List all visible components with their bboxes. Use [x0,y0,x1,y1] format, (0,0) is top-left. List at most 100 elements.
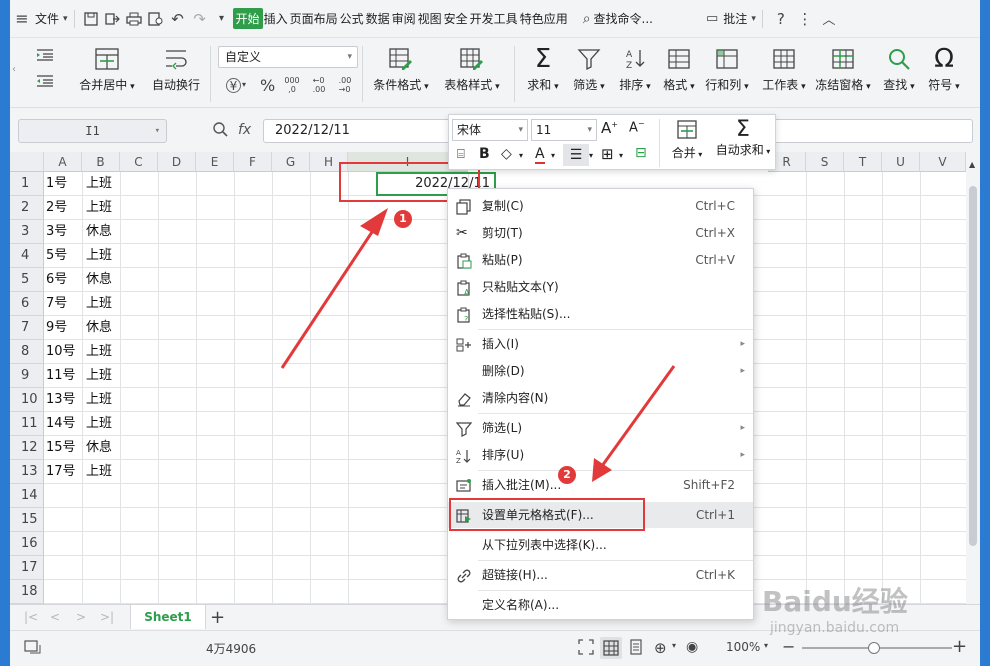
menu-item-filter[interactable]: 筛选(L) ▸ [448,415,753,441]
menu-item-paste-special[interactable]: ? 选择性粘贴(S)... [448,301,753,327]
cell-style-icon[interactable]: ⊟ [635,145,647,161]
find-button[interactable]: 查找 ▾ [878,46,920,93]
column-header-s[interactable]: S [806,152,844,172]
menu-item-cut[interactable]: ✂ 剪切(T) Ctrl+X [448,220,753,246]
menu-file[interactable]: 文件 [34,10,60,27]
column-header-v[interactable]: V [920,152,966,172]
currency-icon[interactable]: ¥ [226,78,241,93]
row-header[interactable]: 18 [10,580,44,604]
tab-features[interactable]: 特色应用 [519,10,569,27]
menu-item-pick-from-list[interactable]: 从下拉列表中选择(K)... [448,532,753,558]
row-header[interactable]: 5 [10,268,44,292]
menu-item-paste[interactable]: 粘贴(P) Ctrl+V [448,247,753,273]
auto-sum-button[interactable]: Σ 自动求和 ▾ [711,119,775,158]
help-icon[interactable]: ? [769,10,793,28]
cell-b[interactable]: 上班 [84,460,112,484]
chevron-down-icon[interactable]: ▾ [242,80,246,89]
row-header[interactable]: 13 [10,460,44,484]
normal-view-icon[interactable] [600,637,622,659]
hamburger-icon[interactable]: ≡ [10,9,34,28]
cell-a[interactable]: 2号 [44,196,67,220]
menu-item-paste-text[interactable]: A 只粘贴文本(Y) [448,274,753,300]
outdent-icon[interactable] [36,74,54,88]
zoom-level[interactable]: 100% [726,640,760,654]
menu-item-copy[interactable]: 复制(C) Ctrl+C [448,193,753,219]
column-header-c[interactable]: C [120,152,158,172]
cell-b[interactable]: 上班 [84,412,112,436]
tab-view[interactable]: 视图 [417,10,443,27]
align-center-icon[interactable]: ☰ [563,144,589,166]
increase-decimal-icon[interactable]: ←0.00 [310,76,328,94]
tab-developer[interactable]: 开发工具 [469,10,519,27]
sort-button[interactable]: AZ 排序 ▾ [614,46,656,93]
cell-b[interactable]: 上班 [84,364,112,388]
sum-button[interactable]: Σ 求和 ▾ [522,46,564,93]
tab-security[interactable]: 安全 [443,10,469,27]
tab-review[interactable]: 审阅 [391,10,417,27]
tab-page-layout[interactable]: 页面布局 [289,10,339,27]
cell-a[interactable]: 13号 [44,388,76,412]
column-header-u[interactable]: U [882,152,920,172]
merge-button[interactable]: 合并 ▾ [665,119,709,161]
column-header-g[interactable]: G [272,152,310,172]
symbol-button[interactable]: Ω 符号 ▾ [922,46,966,93]
search-icon[interactable]: ⌕ [583,11,591,27]
row-header[interactable]: 1 [10,172,44,196]
decrease-font-icon[interactable]: A− [629,119,645,135]
row-header[interactable]: 11 [10,412,44,436]
row-header[interactable]: 4 [10,244,44,268]
column-header-d[interactable]: D [158,152,196,172]
row-col-button[interactable]: 行和列 ▾ [702,46,752,93]
row-header[interactable]: 8 [10,340,44,364]
row-header[interactable]: 12 [10,436,44,460]
chevron-down-icon[interactable]: ▾ [751,14,756,24]
print-preview-icon[interactable] [145,11,167,26]
chevron-down-icon[interactable]: ▾ [589,151,593,160]
menu-item-define-name[interactable]: 定义名称(A)... [448,592,753,618]
menu-item-insert[interactable]: 插入(I) ▸ [448,331,753,357]
cell-a[interactable]: 14号 [44,412,76,436]
bold-button[interactable]: B [479,146,490,162]
tab-home[interactable]: 开始 [232,8,263,29]
border-icon[interactable]: ⊞ [601,145,614,163]
filter-button[interactable]: 筛选 ▾ [568,46,610,93]
cell-b[interactable]: 上班 [84,196,112,220]
page-break-icon[interactable]: ⊕ [654,639,667,657]
tab-data[interactable]: 数据 [365,10,391,27]
row-header[interactable]: 7 [10,316,44,340]
next-sheet-icon[interactable]: > [76,610,86,624]
customize-toolbar-icon[interactable]: ▾ [211,13,233,24]
column-header-f[interactable]: F [234,152,272,172]
fill-color-icon[interactable]: ◇ [501,146,512,162]
row-header[interactable]: 10 [10,388,44,412]
tab-formula[interactable]: 公式 [339,10,365,27]
column-header-e[interactable]: E [196,152,234,172]
prev-sheet-icon[interactable]: < [50,610,60,624]
menu-item-clear[interactable]: 清除内容(N) [448,385,753,411]
scroll-up-icon[interactable]: ▲ [969,160,975,169]
select-all-corner[interactable] [10,152,44,172]
fit-page-icon[interactable] [578,639,594,655]
menu-item-sort[interactable]: AZ 排序(U) ▸ [448,442,753,468]
last-sheet-icon[interactable]: >| [100,610,114,624]
cell-a[interactable]: 3号 [44,220,67,244]
cell-a[interactable]: 15号 [44,436,76,460]
cell-a[interactable]: 11号 [44,364,76,388]
menu-item-hyperlink[interactable]: 超链接(H)... Ctrl+K [448,562,753,588]
row-header[interactable]: 3 [10,220,44,244]
cell-b[interactable]: 上班 [84,172,112,196]
cell-a[interactable]: 1号 [44,172,67,196]
cell-a[interactable]: 7号 [44,292,67,316]
chevron-down-icon[interactable]: ▾ [63,14,68,24]
font-family-select[interactable]: 宋体 ▾ [452,119,528,141]
print-icon[interactable] [123,12,145,26]
merge-center-button[interactable]: 合并居中 ▾ [76,46,138,93]
cell-b[interactable]: 上班 [84,340,112,364]
row-header[interactable]: 6 [10,292,44,316]
cell-b[interactable]: 休息 [84,436,112,460]
cell-a[interactable]: 10号 [44,340,76,364]
first-sheet-icon[interactable]: |< [24,610,38,624]
percent-icon[interactable]: % [260,76,275,95]
comment-button[interactable]: 批注 [722,10,748,27]
fx-label[interactable]: fx [238,122,251,138]
